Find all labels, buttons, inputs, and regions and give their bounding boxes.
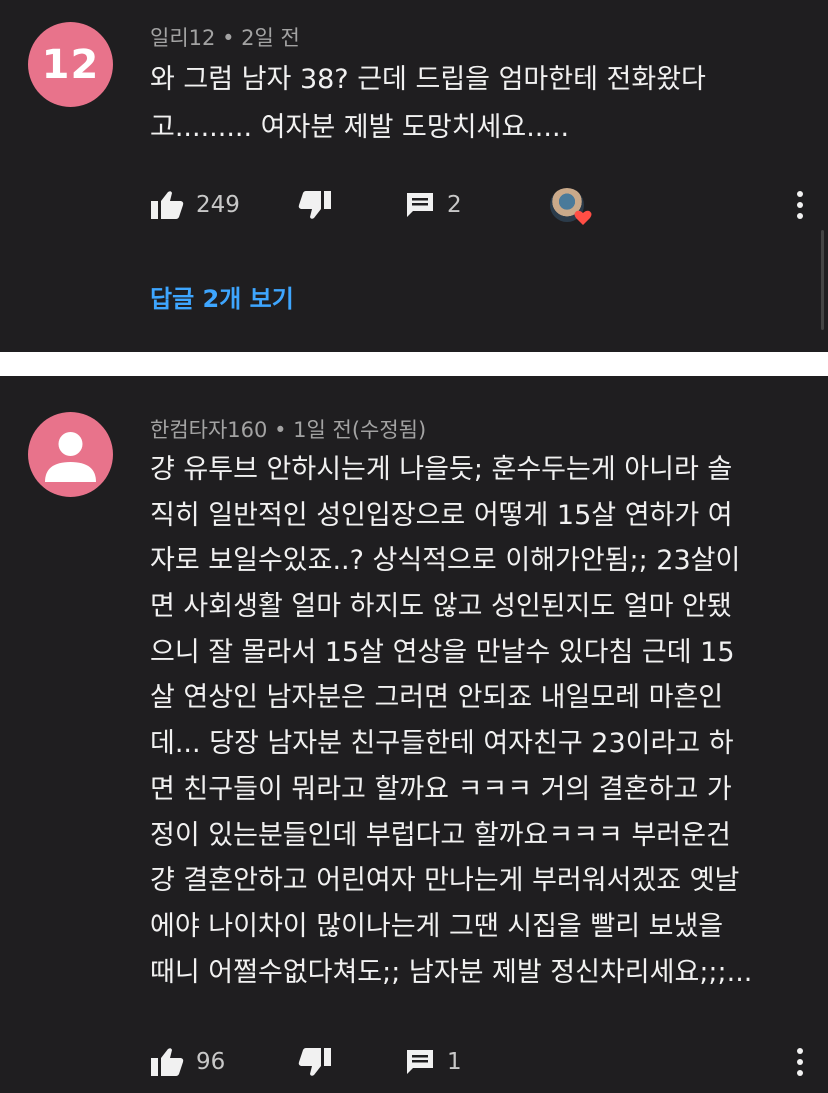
like-count: 96: [196, 1049, 226, 1075]
comment-actions: 249 2: [150, 185, 808, 225]
author-name[interactable]: 일리12: [150, 26, 215, 50]
scrollbar[interactable]: [821, 230, 824, 330]
reply-button[interactable]: 2: [405, 185, 462, 225]
thumbs-down-icon: [298, 191, 331, 219]
comment-line: 걍 결혼안하고 어린여자 만나는게 부러워서겠죠 옛날: [150, 865, 740, 897]
comment-card: 12 일리12 • 2일 전 와 그럼 남자 38? 근데 드립을 엄마한테 전…: [0, 0, 828, 352]
like-button[interactable]: 96: [150, 1042, 225, 1082]
comment-line: 와 그럼 남자 38? 근데 드립을 엄마한테 전화왔다: [150, 64, 706, 95]
comment-line: 고......... 여자분 제발 도망치세요.....: [150, 112, 570, 143]
comment-icon: [407, 1050, 433, 1074]
meta-separator: •: [274, 418, 287, 442]
creator-avatar: [550, 188, 592, 225]
comment-age[interactable]: 2일 전: [241, 26, 300, 50]
comment-line: 면 사회생활 얼마 하지도 않고 성인된지도 얼마 안됐: [150, 591, 732, 623]
thumbs-up-icon: [151, 191, 184, 219]
comment-line: 으니 잘 몰라서 15살 연상을 만날수 있다침 근데 15: [150, 636, 735, 668]
comment-age[interactable]: 1일 전(수정됨): [293, 418, 426, 442]
comment-line: 때니 어쩔수없다쳐도;; 남자분 제발 정신차리세요;;;...: [150, 956, 753, 988]
more-options-button[interactable]: [792, 1042, 808, 1082]
comment-line: 자로 보일수있죠..? 상식적으로 이해가안됨;; 23살이: [150, 545, 741, 577]
meta-separator: •: [222, 26, 235, 50]
creator-heart-badge: [550, 185, 592, 225]
dislike-button[interactable]: [298, 185, 332, 225]
comment-line: 정이 있는분들인데 부럽다고 할까요ㅋㅋㅋ 부러운건: [150, 819, 731, 851]
default-user-icon: [45, 432, 96, 482]
comment-meta: 한컴타자160 • 1일 전(수정됨): [150, 414, 426, 444]
avatar-text: 12: [41, 41, 100, 88]
dislike-button[interactable]: [298, 1042, 332, 1082]
comment-line: 살 연상인 남자분은 그러면 안되죠 내일모레 마흔인: [150, 682, 724, 714]
comment-line: 직히 일반적인 성인입장으로 어떻게 15살 연하가 여: [150, 499, 733, 531]
more-options-button[interactable]: [792, 185, 808, 225]
like-count: 249: [196, 192, 240, 218]
comment-card: 한컴타자160 • 1일 전(수정됨) 걍 유투브 안하시는게 나을듯; 훈수두…: [0, 376, 828, 1093]
comment-line: 걍 유투브 안하시는게 나을듯; 훈수두는게 아니라 솔: [150, 454, 733, 485]
comment-line: 에야 나이차이 많이나는게 그땐 시집을 빨리 보냈을: [150, 910, 724, 942]
more-vert-icon: [797, 191, 803, 219]
comment-actions: 96 1: [150, 1042, 808, 1082]
author-avatar[interactable]: 12: [28, 22, 113, 107]
like-button[interactable]: 249: [150, 185, 240, 225]
comment-icon: [407, 193, 433, 217]
author-avatar[interactable]: [28, 412, 113, 497]
reply-button[interactable]: 1: [405, 1042, 462, 1082]
comment-text: 걍 유투브 안하시는게 나을듯; 훈수두는게 아니라 솔 직히 일반적인 성인입…: [150, 447, 752, 995]
comment-line: 면 친구들이 뭐라고 할까요 ㅋㅋㅋ 거의 결혼하고 가: [150, 773, 732, 805]
heart-icon: [574, 210, 592, 225]
reply-count: 2: [447, 192, 462, 218]
thumbs-down-icon: [298, 1048, 331, 1076]
comment-text: 와 그럼 남자 38? 근데 드립을 엄마한테 전화왔다 고......... …: [150, 56, 706, 152]
view-replies-link[interactable]: 답글 2개 보기: [150, 279, 294, 314]
reply-count: 1: [447, 1049, 462, 1075]
author-name[interactable]: 한컴타자160: [150, 418, 267, 442]
more-vert-icon: [797, 1048, 803, 1076]
comment-line: 데... 당장 남자분 친구들한테 여자친구 23이라고 하: [150, 728, 734, 760]
comment-meta: 일리12 • 2일 전: [150, 22, 300, 52]
thumbs-up-icon: [151, 1048, 184, 1076]
